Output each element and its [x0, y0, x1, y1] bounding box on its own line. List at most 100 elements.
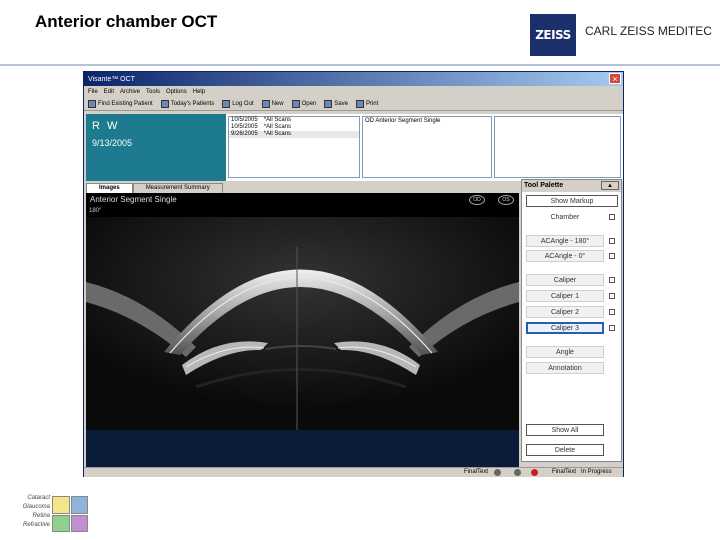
new-icon — [261, 99, 270, 108]
oct-image[interactable] — [86, 217, 519, 430]
find-patient-label: Find Existing Patient — [98, 100, 153, 107]
visit-row[interactable]: 10/5/2005 *All Scans — [229, 117, 359, 124]
annotation-button[interactable]: Annotation — [526, 362, 604, 374]
open-label: Open — [301, 100, 317, 107]
window-titlebar: Visante™ OCT × — [84, 72, 623, 86]
category-list: Cataract Glaucoma Retina Refractive — [10, 494, 50, 530]
status-left: FinalText — [464, 469, 489, 475]
caliper-checkbox[interactable] — [609, 277, 615, 283]
patient-name: R W — [92, 120, 120, 132]
viewer-title: Anterior Segment Single — [90, 195, 177, 204]
print-icon — [355, 99, 364, 108]
category-cataract: Cataract — [27, 495, 50, 501]
collapse-up-icon[interactable]: ▲ — [601, 181, 619, 190]
status-state: In Progress — [581, 469, 612, 475]
save-button[interactable]: Save — [322, 99, 350, 108]
visit-date: 9/26/2005 — [231, 131, 258, 137]
log-out-button[interactable]: Log Out — [220, 99, 255, 108]
eye-od-icon[interactable]: OD — [469, 195, 485, 205]
caliper-2-checkbox[interactable] — [609, 309, 615, 315]
show-markup-button[interactable]: Show Markup — [526, 195, 618, 207]
folder-icon — [291, 99, 300, 108]
visit-scan: *All Scans — [263, 117, 292, 123]
chamber-button[interactable]: Chamber — [526, 211, 604, 223]
logo-tile — [70, 514, 88, 532]
delete-button[interactable]: Delete — [526, 444, 604, 456]
zeiss-logo-text: ZEISS — [535, 28, 571, 42]
acangle-180-button[interactable]: ACAngle - 180° — [526, 235, 604, 247]
visit-date: 10/5/2005 — [231, 117, 258, 123]
category-refractive: Refractive — [22, 522, 50, 528]
print-button[interactable]: Print — [354, 99, 380, 108]
caliper-1-button[interactable]: Caliper 1 — [526, 290, 604, 302]
app-window: Visante™ OCT × File Edit Archive Tools O… — [83, 71, 624, 477]
chamber-checkbox[interactable] — [609, 214, 615, 220]
visit-row[interactable]: 9/26/2005 *All Scans — [229, 131, 359, 138]
caliper-1-checkbox[interactable] — [609, 293, 615, 299]
menu-archive[interactable]: Archive — [120, 89, 140, 95]
menu-help[interactable]: Help — [193, 89, 205, 95]
viewer-header: Anterior Segment Single OD OS — [86, 193, 519, 207]
angle-button[interactable]: Angle — [526, 346, 604, 358]
caliper-3-checkbox[interactable] — [609, 325, 615, 331]
preview-box — [494, 116, 621, 178]
eye-os-label: OS — [502, 197, 510, 203]
logo-tile — [70, 496, 88, 514]
todays-patients-button[interactable]: Today's Patients — [159, 99, 217, 108]
scan-list[interactable]: OD Anterior Segment Single — [362, 116, 492, 178]
print-label: Print — [365, 100, 379, 107]
palette-header: Tool Palette ▲ — [522, 180, 621, 192]
close-icon[interactable]: × — [609, 73, 621, 84]
record-icon — [531, 469, 538, 476]
save-icon — [324, 99, 333, 108]
new-label: New — [271, 100, 284, 107]
eye-od-label: OD — [473, 197, 481, 203]
patient-panel: R W 9/13/2005 10/5/2005 *All Scans 10/5/2… — [86, 114, 623, 181]
menubar: File Edit Archive Tools Options Help — [84, 86, 623, 97]
patient-date: 9/13/2005 — [92, 138, 133, 148]
brand-name: CARL ZEISS MEDITEC — [585, 24, 712, 38]
menu-file[interactable]: File — [88, 89, 98, 95]
find-icon — [88, 99, 96, 108]
logout-icon — [222, 99, 231, 108]
todays-patients-label: Today's Patients — [170, 100, 215, 107]
visit-list[interactable]: 10/5/2005 *All Scans 10/5/2005 *All Scans … — [228, 116, 360, 178]
calendar-icon — [160, 99, 169, 108]
window-title: Visante™ OCT — [88, 75, 135, 83]
oct-viewer: Anterior Segment Single OD OS 180° — [86, 193, 519, 468]
visit-scan: *All Scans — [263, 124, 292, 130]
logo-tile — [52, 496, 70, 514]
menu-tools[interactable]: Tools — [146, 89, 160, 95]
caliper-button[interactable]: Caliper — [526, 274, 604, 286]
slide-title: Anterior chamber OCT — [35, 12, 218, 31]
eye-os-icon[interactable]: OS — [498, 195, 514, 205]
find-patient-button[interactable]: Find Existing Patient — [86, 99, 155, 108]
viewer-scalebar: 180° — [86, 207, 519, 217]
zeiss-logo: ZEISS — [530, 14, 576, 56]
scan-item[interactable]: OD Anterior Segment Single — [365, 118, 440, 124]
viewer-footer — [86, 430, 519, 468]
status-icon — [494, 469, 501, 476]
tab-measurement-summary[interactable]: Measurement Summary — [132, 183, 223, 193]
acangle-0-checkbox[interactable] — [609, 253, 615, 259]
oct-scan-graphic — [86, 217, 519, 430]
log-out-label: Log Out — [232, 100, 254, 107]
status-bar: FinalText FinalText In Progress — [84, 467, 623, 477]
angle-label: 180° — [89, 208, 102, 214]
new-button[interactable]: New — [260, 99, 286, 108]
status-icon — [514, 469, 521, 476]
open-button[interactable]: Open — [290, 99, 319, 108]
patient-header: R W 9/13/2005 — [86, 114, 226, 181]
acangle-0-button[interactable]: ACAngle - 0° — [526, 250, 604, 262]
caliper-2-button[interactable]: Caliper 2 — [526, 306, 604, 318]
menu-options[interactable]: Options — [166, 89, 187, 95]
show-all-button[interactable]: Show All — [526, 424, 604, 436]
visit-row[interactable]: 10/5/2005 *All Scans — [229, 124, 359, 131]
category-logo — [52, 496, 88, 532]
save-label: Save — [334, 100, 348, 107]
acangle-180-checkbox[interactable] — [609, 238, 615, 244]
caliper-3-button[interactable]: Caliper 3 — [526, 322, 604, 334]
menu-edit[interactable]: Edit — [104, 89, 114, 95]
tab-images[interactable]: Images — [86, 183, 133, 193]
logo-tile — [52, 514, 70, 532]
